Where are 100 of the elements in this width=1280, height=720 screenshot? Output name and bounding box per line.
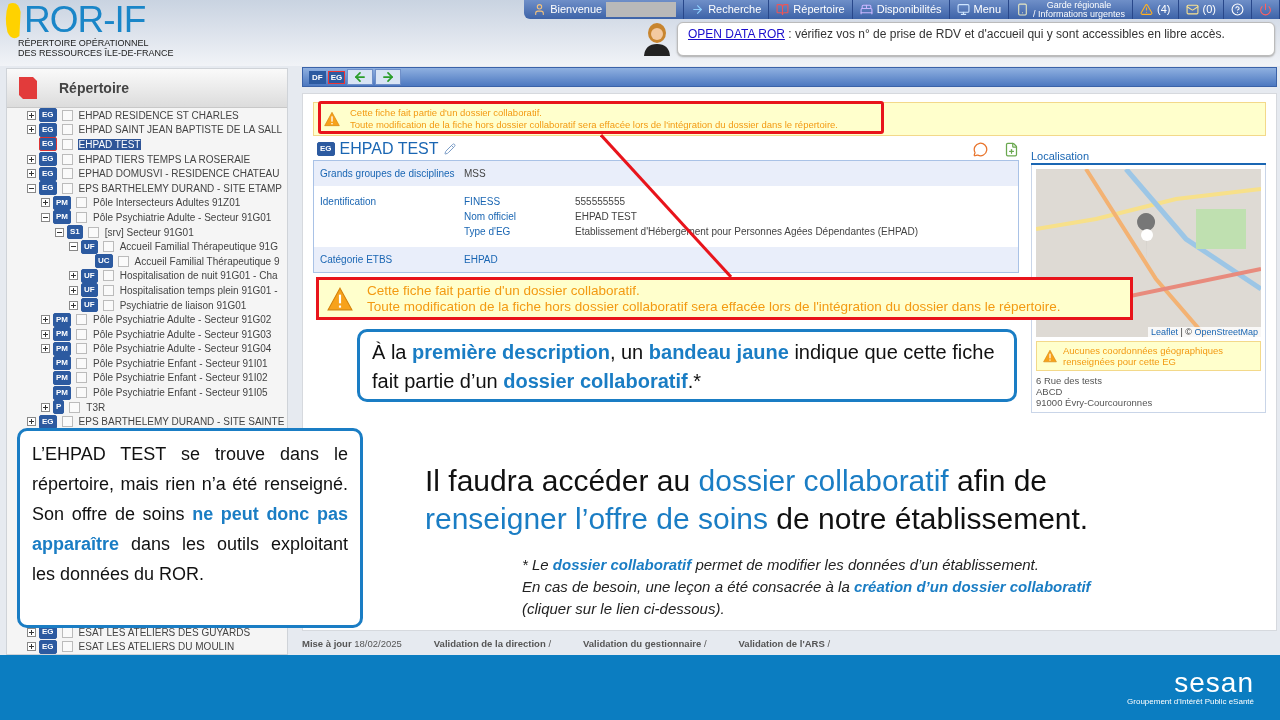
- logo-subtitle: RÉPERTOIRE OPÉRATIONNEL: [18, 38, 149, 48]
- dropdown-icon[interactable]: [102, 241, 114, 253]
- footer-item: Validation de l'ARS /: [738, 637, 831, 649]
- dropdown-icon[interactable]: [102, 270, 114, 282]
- expand-toggle[interactable]: [27, 417, 36, 427]
- dropdown-icon[interactable]: [61, 153, 73, 165]
- chat-icon: [973, 141, 988, 157]
- open-data-link[interactable]: OPEN DATA ROR: [688, 27, 785, 41]
- tree-item[interactable]: Pôle Psychiatrie Adulte - Secteur 91G04: [92, 343, 273, 355]
- collapse-toggle[interactable]: [41, 212, 50, 222]
- notice-text: OPEN DATA ROR : vérifiez vos n° de prise de RDV et d'accueil qui y sont accessibles en libre accès.: [677, 22, 1275, 56]
- tree-item[interactable]: Accueil Familial Thérapeutique 9: [133, 255, 281, 267]
- dropdown-icon[interactable]: [76, 328, 87, 340]
- dropdown-icon[interactable]: [102, 299, 114, 311]
- dropdown-icon[interactable]: [61, 626, 73, 638]
- dropdown-icon[interactable]: [61, 168, 73, 180]
- attribution-separator: | ©: [1179, 327, 1193, 337]
- tree-item[interactable]: Pôle Psychiatrie Enfant - Secteur 91I02: [92, 372, 269, 384]
- expand-toggle[interactable]: [27, 125, 36, 135]
- nav-button[interactable]: (4): [1133, 0, 1179, 19]
- expand-toggle[interactable]: [41, 198, 50, 208]
- address-line: 91000 Évry-Courcouronnes: [1036, 397, 1154, 408]
- tree-item[interactable]: EHPAD SAINT JEAN BAPTISTE DE LA SALL: [77, 124, 284, 136]
- collapse-toggle[interactable]: [55, 227, 64, 237]
- brand-logo: sesan: [1174, 669, 1254, 697]
- dropdown-icon[interactable]: [117, 255, 129, 267]
- footnote-text: En cas de besoin, une leçon a été consacrée à la création d’un dossier collaboratif: [522, 577, 1091, 597]
- tree-item[interactable]: Hospitalisation de nuit 91G01 - Cha: [118, 270, 279, 282]
- field-value: EHPAD TEST: [575, 210, 637, 224]
- tree-item[interactable]: EHPAD TEST: [77, 139, 142, 150]
- address-line: ABCD: [1036, 386, 1064, 397]
- tree-item[interactable]: [srv] Secteur 91G01: [103, 226, 195, 238]
- nav-button[interactable]: Menu: [949, 0, 1010, 19]
- dropdown-icon[interactable]: [61, 416, 73, 428]
- tree-item[interactable]: EHPAD TIERS TEMPS LA ROSERAIE: [77, 153, 252, 165]
- type-tab[interactable]: EG: [327, 70, 346, 84]
- tree-item[interactable]: EPS BARTHELEMY DURAND - SITE ETAMP: [77, 182, 283, 194]
- tree-item[interactable]: Hospitalisation temps plein 91G01 -: [118, 284, 279, 296]
- nav-button[interactable]: Recherche: [684, 0, 770, 19]
- back-button[interactable]: [347, 69, 374, 85]
- nav-button[interactable]: Disponibilités: [852, 0, 950, 19]
- tree-item[interactable]: Pôle Psychiatrie Adulte - Secteur 91G01: [92, 211, 273, 223]
- tree-item[interactable]: Pôle Psychiatrie Enfant - Secteur 91I05: [92, 387, 269, 399]
- collapse-toggle[interactable]: [27, 183, 36, 193]
- expand-toggle[interactable]: [27, 642, 36, 652]
- location-title: Localisation: [1031, 150, 1266, 165]
- tree-item[interactable]: Accueil Familial Thérapeutique 91G: [118, 241, 279, 253]
- nav-button[interactable]: (0): [1178, 0, 1224, 19]
- dropdown-icon[interactable]: [76, 211, 87, 223]
- dropdown-icon[interactable]: [76, 387, 87, 399]
- expand-toggle[interactable]: [69, 285, 78, 295]
- expand-toggle[interactable]: [27, 169, 36, 179]
- dropdown-icon[interactable]: [102, 284, 114, 296]
- forward-button[interactable]: [375, 69, 402, 85]
- dropdown-icon[interactable]: [61, 124, 73, 136]
- tree-item[interactable]: ESAT LES ATELIERS DU MOULIN: [77, 641, 236, 653]
- tree-item[interactable]: EPHAD DOMUSVI - RESIDENCE CHATEAU: [77, 168, 281, 180]
- collapse-toggle[interactable]: [69, 242, 78, 252]
- dropdown-icon[interactable]: [76, 314, 87, 326]
- nav-button[interactable]: Répertoire: [769, 0, 853, 19]
- dropdown-icon[interactable]: [61, 109, 73, 121]
- tree-item[interactable]: T3R: [85, 401, 107, 413]
- type-badge: EG: [39, 639, 57, 654]
- tree-item[interactable]: EHPAD RESIDENCE ST CHARLES: [77, 109, 240, 121]
- type-tab[interactable]: DF: [309, 70, 326, 84]
- expand-toggle[interactable]: [41, 344, 50, 354]
- nav-button[interactable]: Bienvenue: [526, 0, 685, 19]
- dropdown-icon[interactable]: [61, 641, 73, 653]
- type-badge: EG: [39, 181, 57, 196]
- tree-item[interactable]: Psychiatrie de liaison 91G01: [118, 299, 248, 311]
- tree-item[interactable]: EPS BARTHELEMY DURAND - SITE SAINTE: [77, 416, 286, 428]
- tree-item[interactable]: Pôle Psychiatrie Adulte - Secteur 91G02: [92, 314, 273, 326]
- banner-text: Cette fiche fait partie d'un dossier collaboratif.: [350, 107, 543, 119]
- logo-text: ROR-IF: [24, 2, 146, 38]
- leaflet-link[interactable]: Leaflet: [1150, 327, 1178, 337]
- expand-toggle[interactable]: [41, 315, 50, 325]
- tree-item[interactable]: ESAT LES ATELIERS DES GUYARDS: [77, 626, 252, 638]
- tree-item[interactable]: Pôle Psychiatrie Adulte - Secteur 91G03: [92, 328, 273, 340]
- dropdown-icon[interactable]: [76, 343, 87, 355]
- dropdown-icon[interactable]: [87, 226, 99, 238]
- help-icon: [1231, 3, 1244, 16]
- osm-link[interactable]: OpenStreetMap: [1194, 327, 1258, 337]
- dropdown-icon[interactable]: [61, 139, 73, 150]
- dropdown-icon[interactable]: [69, 401, 81, 413]
- expand-toggle[interactable]: [41, 402, 50, 412]
- dropdown-icon[interactable]: [76, 372, 87, 384]
- expand-toggle[interactable]: [27, 110, 36, 120]
- expand-toggle[interactable]: [27, 627, 36, 637]
- dropdown-icon[interactable]: [76, 197, 87, 209]
- dropdown-icon[interactable]: [61, 182, 73, 194]
- logo-subtitle: DES RESSOURCES ÎLE-DE-FRANCE: [18, 48, 174, 58]
- type-badge: EG: [39, 108, 57, 123]
- dropdown-icon[interactable]: [76, 357, 87, 369]
- tree-item[interactable]: Pôle Intersecteurs Adultes 91Z01: [92, 197, 242, 209]
- expand-toggle[interactable]: [69, 271, 78, 281]
- expand-toggle[interactable]: [27, 154, 36, 164]
- expand-toggle[interactable]: [69, 300, 78, 310]
- tree-item[interactable]: Pôle Psychiatrie Enfant - Secteur 91I01: [92, 357, 269, 369]
- expand-toggle[interactable]: [41, 329, 50, 339]
- nav-button[interactable]: Garde régionale / Informations urgentes: [1009, 0, 1134, 19]
